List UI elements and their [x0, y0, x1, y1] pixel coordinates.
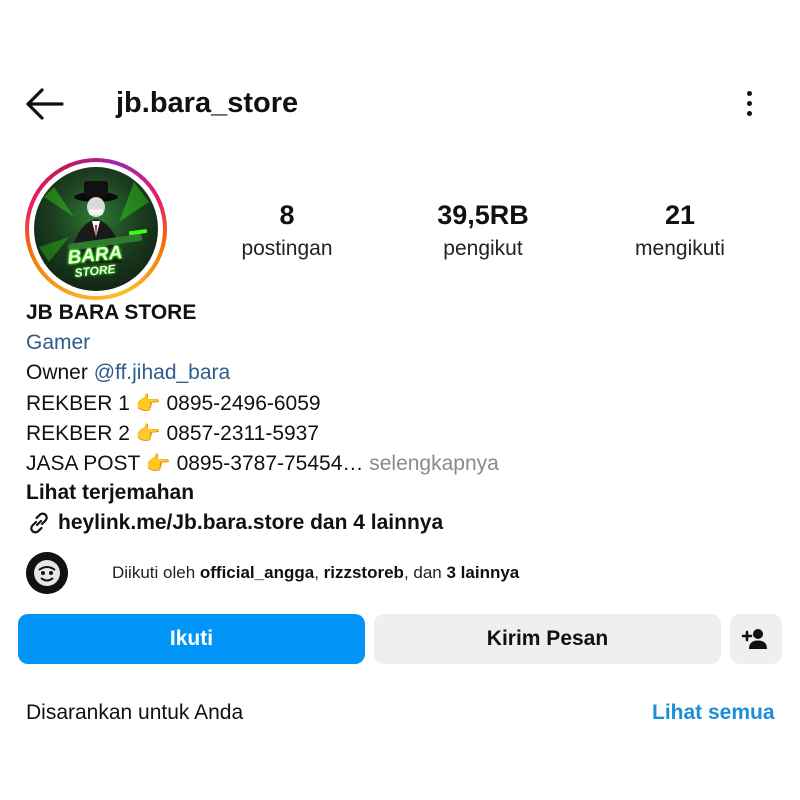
bio-phone-number: 0895-2496-6059	[160, 392, 321, 415]
following-stat[interactable]: 21 mengikuti	[595, 198, 765, 264]
bio-rekber1-line: REKBER 1 👉 0895-2496-6059	[26, 388, 321, 419]
see-all-link[interactable]: Lihat semua	[652, 698, 775, 728]
mutual-followers-others: 3 lainnya	[446, 563, 520, 582]
pointing-hand-icon: 👉	[135, 421, 161, 445]
send-message-button[interactable]: Kirim Pesan	[374, 614, 721, 664]
bio-line-label: REKBER 1	[26, 392, 136, 415]
pointing-hand-icon: 👉	[145, 451, 171, 475]
bio-phone-number: 0857-2311-5937	[160, 422, 320, 445]
followers-label: pengikut	[443, 237, 523, 260]
add-user-icon	[741, 629, 767, 649]
profile-username: jb.bara_store	[116, 87, 299, 119]
bio-phone-number: 0895-3787-75454	[170, 452, 343, 475]
bio-link-text: heylink.me/Jb.bara.store dan 4 lainnya	[58, 511, 444, 534]
follower-avatar[interactable]	[26, 552, 68, 594]
bio-line-label: REKBER 2	[26, 422, 136, 445]
follower-avatar-image	[26, 552, 68, 594]
more-vertical-icon	[746, 90, 752, 96]
pointing-hand-icon: 👉	[135, 391, 161, 415]
profile-category: Gamer	[26, 331, 91, 354]
followers-count: 39,5RB	[437, 200, 529, 230]
arrow-left-icon	[26, 88, 64, 120]
mutual-follower-2: rizzstoreb	[323, 563, 404, 582]
profile-display-name: JB BARA STORE	[26, 301, 197, 324]
posts-stat[interactable]: 8 postingan	[202, 198, 372, 264]
suggested-for-you-heading: Disarankan untuk Anda	[26, 701, 244, 724]
bio-jasapost-line: JASA POST 👉 0895-3787-75454… selengkapny…	[26, 448, 499, 479]
bio-rekber2-line: REKBER 2 👉 0857-2311-5937	[26, 418, 319, 449]
bio-external-link[interactable]: heylink.me/Jb.bara.store dan 4 lainnya	[26, 508, 443, 538]
bio-owner-prefix: Owner	[26, 361, 94, 384]
link-icon	[30, 512, 48, 534]
see-more-link[interactable]: selengkapnya	[363, 452, 499, 475]
followed-by-text[interactable]: Diikuti oleh official_angga, rizzstoreb,…	[112, 560, 519, 586]
owner-mention-link[interactable]: @ff.jihad_bara	[94, 361, 231, 384]
more-options-button[interactable]	[734, 84, 764, 122]
mutual-follower-1: official_angga	[199, 563, 315, 582]
following-count: 21	[664, 200, 696, 230]
back-button[interactable]	[22, 84, 70, 124]
followers-stat[interactable]: 39,5RB pengikut	[398, 198, 568, 264]
bio-line-label: JASA POST	[26, 452, 146, 475]
suggested-accounts-button[interactable]	[730, 614, 782, 664]
see-translation-link[interactable]: Lihat terjemahan	[26, 478, 194, 508]
bio-owner-line: Owner @ff.jihad_bara	[26, 358, 230, 388]
posts-count: 8	[279, 200, 295, 230]
following-label: mengikuti	[635, 237, 725, 260]
bio-ellipsis: …	[342, 452, 364, 475]
posts-label: postingan	[241, 237, 333, 260]
follow-button[interactable]: Ikuti	[18, 614, 365, 664]
